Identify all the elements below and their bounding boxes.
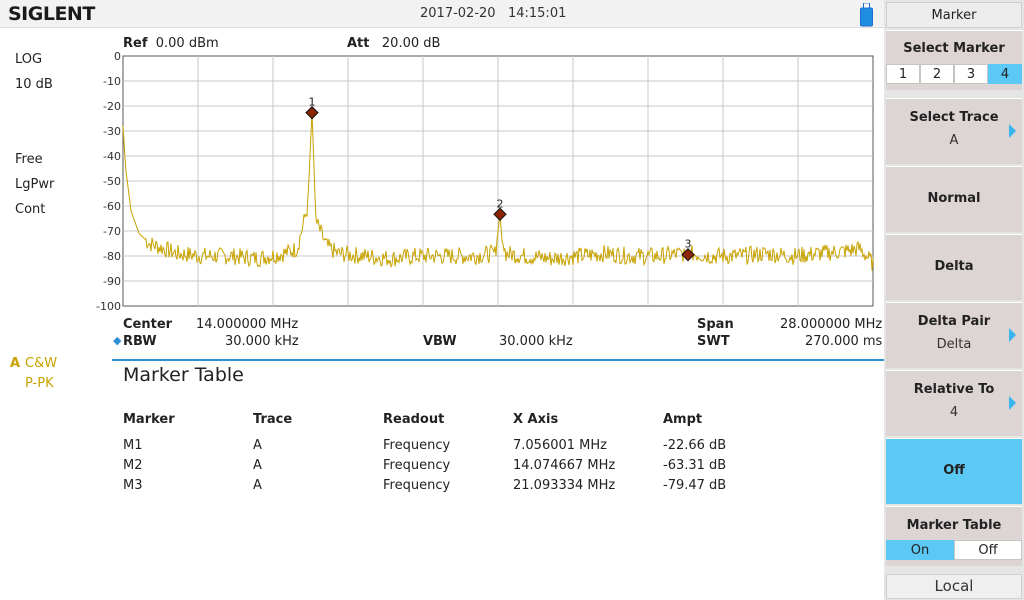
table-cell: Frequency	[383, 438, 451, 453]
submenu-arrow-icon	[1009, 328, 1016, 342]
table-cell: -79.47 dB	[663, 478, 727, 493]
marker-option-2[interactable]: 2	[920, 64, 954, 84]
marker-option-1[interactable]: 1	[886, 64, 920, 84]
relative-to-value: 4	[949, 405, 959, 420]
relative-to-softkey[interactable]: Relative To 4	[886, 370, 1022, 436]
y-tick-label: 0	[114, 50, 121, 63]
table-cell: 7.056001 MHz	[513, 438, 607, 453]
y-tick-label: -40	[103, 150, 121, 163]
table-cell: 21.093334 MHz	[513, 478, 616, 493]
select-marker-title: Select Marker	[903, 41, 1005, 56]
select-trace-title: Select Trace	[909, 110, 999, 125]
rbw-value[interactable]: 30.000 kHz	[225, 334, 299, 349]
table-cell: A	[253, 478, 262, 493]
submenu-arrow-icon	[1009, 124, 1016, 138]
table-cell: A	[253, 438, 262, 453]
column-header: Marker	[123, 412, 175, 427]
select-trace-softkey[interactable]: Select Trace A	[886, 98, 1022, 164]
y-tick-label: -60	[103, 200, 121, 213]
swt-value[interactable]: 270.000 ms	[805, 334, 882, 349]
off-label: Off	[943, 463, 965, 478]
y-tick-label: -90	[103, 275, 121, 288]
trace-detector: P-PK	[25, 376, 54, 391]
table-cell: Frequency	[383, 458, 451, 473]
vbw-label: VBW	[423, 334, 457, 349]
table-cell: M3	[123, 478, 143, 493]
off-softkey[interactable]: Off	[886, 438, 1022, 504]
y-tick-label: -10	[103, 75, 121, 88]
center-label: Center	[123, 317, 173, 332]
y-tick-label: -30	[103, 125, 121, 138]
marker-table-key-title: Marker Table	[906, 518, 1002, 533]
y-tick-label: -70	[103, 225, 121, 238]
delta-pair-softkey[interactable]: Delta Pair Delta	[886, 302, 1022, 368]
y-tick-label: -20	[103, 100, 121, 113]
normal-label: Normal	[927, 191, 981, 206]
table-cell: 14.074667 MHz	[513, 458, 616, 473]
divider	[112, 359, 884, 361]
center-value[interactable]: 14.000000 MHz	[196, 317, 298, 332]
table-cell: M2	[123, 458, 143, 473]
span-value[interactable]: 28.000000 MHz	[780, 317, 882, 332]
delta-label: Delta	[934, 259, 974, 274]
normal-softkey[interactable]: Normal	[886, 166, 1022, 232]
trace-mode: C&W	[25, 356, 58, 371]
select-trace-value: A	[949, 133, 959, 148]
marker-table-title: Marker Table	[123, 364, 244, 386]
rbw-label: RBW	[123, 334, 157, 349]
marker-table-on-toggle[interactable]: On	[886, 540, 954, 560]
rbw-coupled-icon: ◆	[113, 334, 122, 347]
marker-1-label: 1	[309, 96, 316, 109]
y-tick-label: -100	[96, 300, 121, 313]
table-cell: A	[253, 458, 262, 473]
softkey-panel: Marker Select Marker 1 2 3 4 Select Trac…	[884, 0, 1024, 600]
marker-option-3[interactable]: 3	[954, 64, 988, 84]
column-header: Trace	[253, 412, 293, 427]
marker-3-label: 3	[685, 238, 692, 251]
delta-pair-value: Delta	[936, 337, 972, 352]
span-label: Span	[697, 317, 734, 332]
menu-title: Marker	[886, 2, 1022, 28]
marker-table-off-toggle[interactable]: Off	[954, 540, 1022, 560]
delta-pair-title: Delta Pair	[917, 314, 991, 329]
table-cell: Frequency	[383, 478, 451, 493]
y-tick-label: -80	[103, 250, 121, 263]
local-button[interactable]: Local	[886, 574, 1022, 599]
delta-softkey[interactable]: Delta	[886, 234, 1022, 300]
vbw-value[interactable]: 30.000 kHz	[499, 334, 573, 349]
table-cell: -22.66 dB	[663, 438, 727, 453]
table-cell: -63.31 dB	[663, 458, 727, 473]
y-tick-label: -50	[103, 175, 121, 188]
column-header: Readout	[383, 412, 445, 427]
column-header: X Axis	[513, 412, 559, 427]
trace-letter: A	[10, 356, 21, 371]
marker-2-label: 2	[497, 197, 504, 210]
relative-to-title: Relative To	[913, 382, 995, 397]
swt-label: SWT	[697, 334, 730, 349]
column-header: Ampt	[663, 412, 703, 427]
marker-option-4[interactable]: 4	[988, 64, 1022, 84]
spectrum-plot: 0 -10 -20 -30 -40 -50 -60 -70 -80 -90 -100 1 2 3	[96, 50, 874, 313]
table-cell: M1	[123, 438, 143, 453]
submenu-arrow-icon	[1009, 396, 1016, 410]
